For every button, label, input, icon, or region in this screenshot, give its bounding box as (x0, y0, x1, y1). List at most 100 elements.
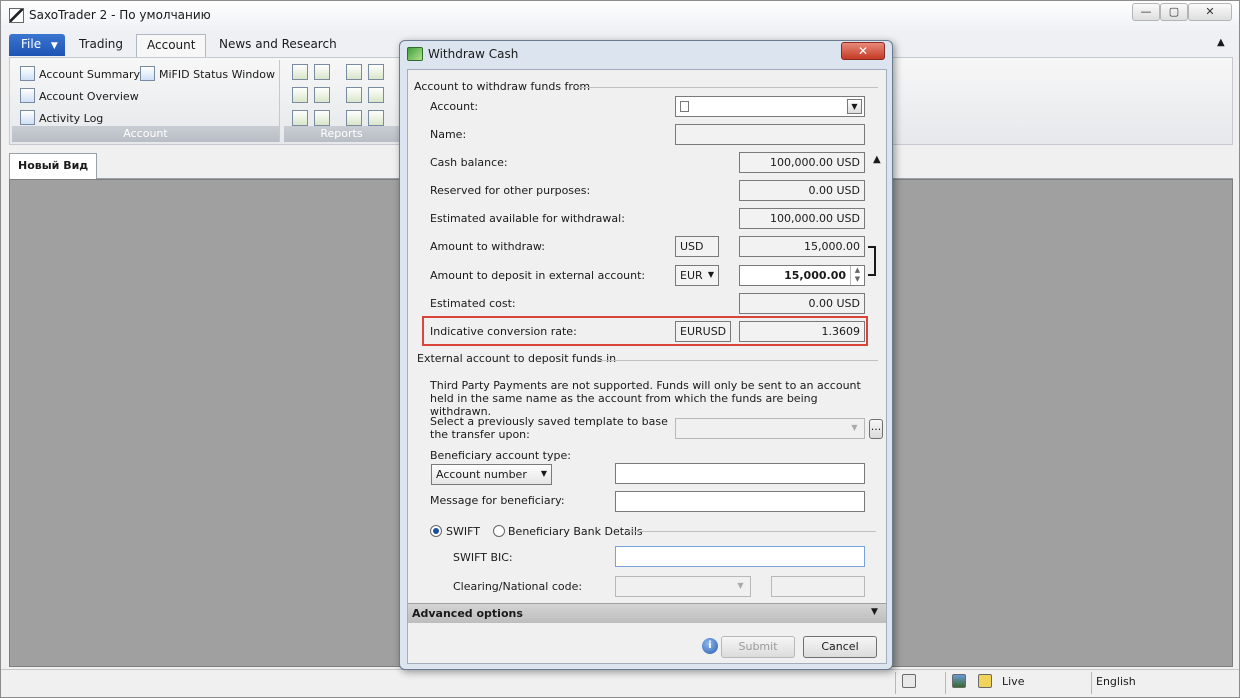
activity-log-button[interactable]: Activity Log (20, 110, 103, 125)
report-list-icon[interactable] (368, 64, 384, 80)
network-icon[interactable] (902, 674, 916, 688)
advanced-options-label: Advanced options (412, 607, 523, 620)
deposit-currency-select[interactable]: EUR ▼ (675, 265, 719, 286)
cancel-button[interactable]: Cancel (803, 636, 877, 658)
clearing-code-select[interactable]: ▼ (615, 576, 751, 597)
language-indicator[interactable]: English (1096, 675, 1136, 688)
amount-spinner[interactable]: ▲ ▼ (850, 266, 864, 285)
activity-log-label: Activity Log (39, 112, 104, 125)
template-select[interactable]: ▼ (675, 418, 865, 439)
connection-status: Live (1002, 675, 1025, 688)
account-summary-button[interactable]: Account Summary (20, 66, 140, 81)
reports-group: Reports (284, 60, 400, 142)
tab-new-view[interactable]: Новый Вид (9, 153, 98, 179)
amount-deposit-input[interactable]: 15,000.00 (739, 265, 865, 286)
message-label: Message for beneficiary: (430, 494, 565, 507)
section-divider (596, 360, 878, 361)
section-external-account: External account to deposit funds in (417, 352, 617, 365)
cash-balance-label: Cash balance: (430, 156, 508, 169)
link-bracket-icon (868, 246, 876, 276)
reports-group-label: Reports (284, 126, 399, 142)
beneficiary-type-label: Beneficiary account type: (430, 449, 571, 462)
status-separator (945, 672, 946, 694)
title-bar: SaxoTrader 2 - По умолчанию — ▢ ✕ (1, 1, 1239, 31)
beneficiary-type-select[interactable]: Account number ▼ (431, 464, 552, 485)
account-overview-button[interactable]: Account Overview (20, 88, 139, 103)
minimize-button[interactable]: — (1132, 3, 1160, 21)
template-browse-button[interactable]: ... (869, 419, 883, 439)
name-field (675, 124, 865, 145)
bank-details-option-label: Beneficiary Bank Details (508, 525, 643, 538)
account-summary-icon (20, 66, 35, 81)
amount-withdraw-label: Amount to withdraw: (430, 240, 545, 253)
file-menu-label: File (21, 37, 42, 51)
submit-button[interactable]: Submit (721, 636, 795, 658)
clearing-code-label: Clearing/National code: (453, 580, 583, 593)
report-folder-icon[interactable] (368, 87, 384, 103)
info-icon[interactable]: i (702, 638, 718, 654)
amount-deposit-label: Amount to deposit in external account: (430, 269, 646, 282)
report-dollar-icon[interactable] (292, 64, 308, 80)
estimated-available-field: 100,000.00 USD (739, 208, 865, 229)
report-refresh-icon[interactable] (346, 64, 362, 80)
estimated-cost-label: Estimated cost: (430, 297, 516, 310)
account-group: Account Summary MiFID Status Window Acco… (12, 60, 280, 142)
lock-icon (978, 674, 992, 688)
chevron-down-icon: ▼ (851, 423, 858, 432)
tab-news-and-research[interactable]: News and Research (219, 37, 337, 51)
account-label: Account: (430, 100, 479, 113)
report-globe-icon[interactable] (314, 64, 330, 80)
tab-account[interactable]: Account (136, 34, 207, 57)
report-table-icon[interactable] (292, 110, 308, 126)
national-code-field (771, 576, 865, 597)
restore-button[interactable]: ▢ (1160, 3, 1188, 21)
file-menu-button[interactable]: File ▼ (9, 34, 65, 56)
swift-radio[interactable] (430, 525, 442, 537)
template-label-line2: the transfer upon: (430, 428, 530, 441)
template-label-line1: Select a previously saved template to ba… (430, 415, 668, 428)
withdraw-cash-dialog: Withdraw Cash ✕ Account to withdraw fund… (399, 40, 893, 670)
account-doc-icon (680, 101, 689, 112)
report-note-icon[interactable] (368, 110, 384, 126)
window-title: SaxoTrader 2 - По умолчанию (29, 8, 211, 22)
mifid-status-label: MiFID Status Window (159, 68, 276, 81)
deposit-currency-value: EUR (680, 269, 703, 282)
beneficiary-account-input[interactable] (615, 463, 865, 484)
third-party-note: Third Party Payments are not supported. … (430, 379, 861, 418)
mifid-status-window-button[interactable]: MiFID Status Window (140, 66, 275, 81)
report-chart-icon[interactable] (346, 87, 362, 103)
user-icon[interactable] (952, 674, 966, 688)
amount-deposit-value: 15,000.00 (784, 269, 846, 282)
estimated-available-label: Estimated available for withdrawal: (430, 212, 625, 225)
window-close-button[interactable]: ✕ (1188, 3, 1232, 21)
report-check-icon[interactable] (314, 87, 330, 103)
bank-details-radio[interactable] (493, 525, 505, 537)
swift-bic-input[interactable] (615, 546, 865, 567)
report-sync-icon[interactable] (314, 110, 330, 126)
ribbon-collapse-icon[interactable]: ▲ (1217, 37, 1225, 48)
withdraw-currency-field: USD (675, 236, 719, 257)
status-separator (895, 672, 896, 694)
reserved-field: 0.00 USD (739, 180, 865, 201)
beneficiary-type-value: Account number (436, 468, 527, 481)
name-label: Name: (430, 128, 467, 141)
amount-withdraw-field: 15,000.00 (739, 236, 865, 257)
status-separator (1091, 672, 1092, 694)
tab-trading[interactable]: Trading (79, 37, 123, 51)
chevron-down-icon: ▼ (707, 270, 714, 279)
status-bar: Live English (1, 669, 1239, 697)
conversion-rate-label: Indicative conversion rate: (430, 325, 577, 338)
advanced-options-bar[interactable]: Advanced options ▼ (408, 603, 886, 623)
chevron-down-icon: ▼ (871, 607, 878, 617)
conversion-pair-field: EURUSD (675, 321, 731, 342)
app-logo-icon (9, 8, 24, 23)
dialog-close-button[interactable]: ✕ (841, 42, 885, 60)
report-cash-icon[interactable] (346, 110, 362, 126)
chevron-down-icon: ▼ (540, 469, 547, 478)
account-overview-icon (20, 88, 35, 103)
report-transfer-icon[interactable] (292, 87, 308, 103)
account-select[interactable]: ▼ (675, 96, 865, 117)
collapse-section-icon[interactable]: ▲ (873, 154, 881, 165)
mifid-status-icon (140, 66, 155, 81)
message-input[interactable] (615, 491, 865, 512)
